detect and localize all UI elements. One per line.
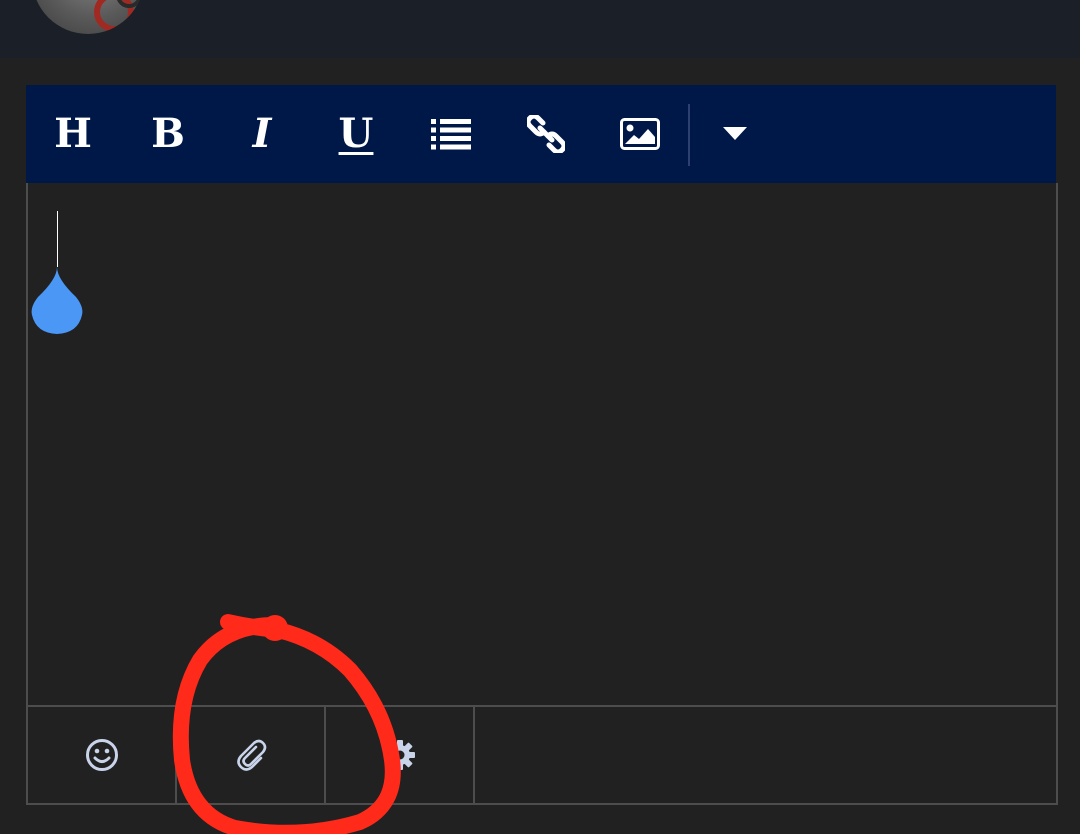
link-button[interactable] [506, 85, 586, 183]
caret-down-icon [723, 127, 747, 140]
paperclip-icon [236, 739, 266, 771]
list-button[interactable] [411, 85, 491, 183]
heading-icon: H [54, 110, 92, 157]
gear-icon [384, 740, 415, 770]
image-button[interactable] [600, 85, 680, 183]
italic-icon: I [252, 110, 272, 157]
settings-button[interactable] [326, 707, 475, 803]
editor-toolbar: H B I U [26, 85, 1056, 183]
link-icon [527, 115, 565, 153]
heading-button[interactable]: H [33, 85, 113, 183]
more-options-button[interactable] [695, 85, 775, 183]
emoji-button[interactable] [28, 707, 177, 803]
editor-area[interactable] [26, 183, 1058, 805]
italic-button[interactable]: I [222, 85, 302, 183]
toolbar-separator [688, 104, 690, 166]
list-icon [431, 119, 471, 150]
attach-file-button[interactable] [177, 707, 326, 803]
page: H B I U [0, 0, 1080, 834]
underline-icon: U [338, 110, 374, 157]
underline-button[interactable]: U [316, 85, 396, 183]
user-avatar[interactable] [32, 0, 144, 34]
image-icon [620, 118, 660, 150]
header-bar [0, 0, 1080, 58]
text-caret [57, 211, 58, 267]
caret-handle[interactable] [30, 267, 84, 335]
editor-action-bar [28, 705, 1056, 803]
bold-icon: B [151, 110, 185, 157]
bold-button[interactable]: B [128, 85, 208, 183]
smiley-icon [85, 739, 118, 771]
